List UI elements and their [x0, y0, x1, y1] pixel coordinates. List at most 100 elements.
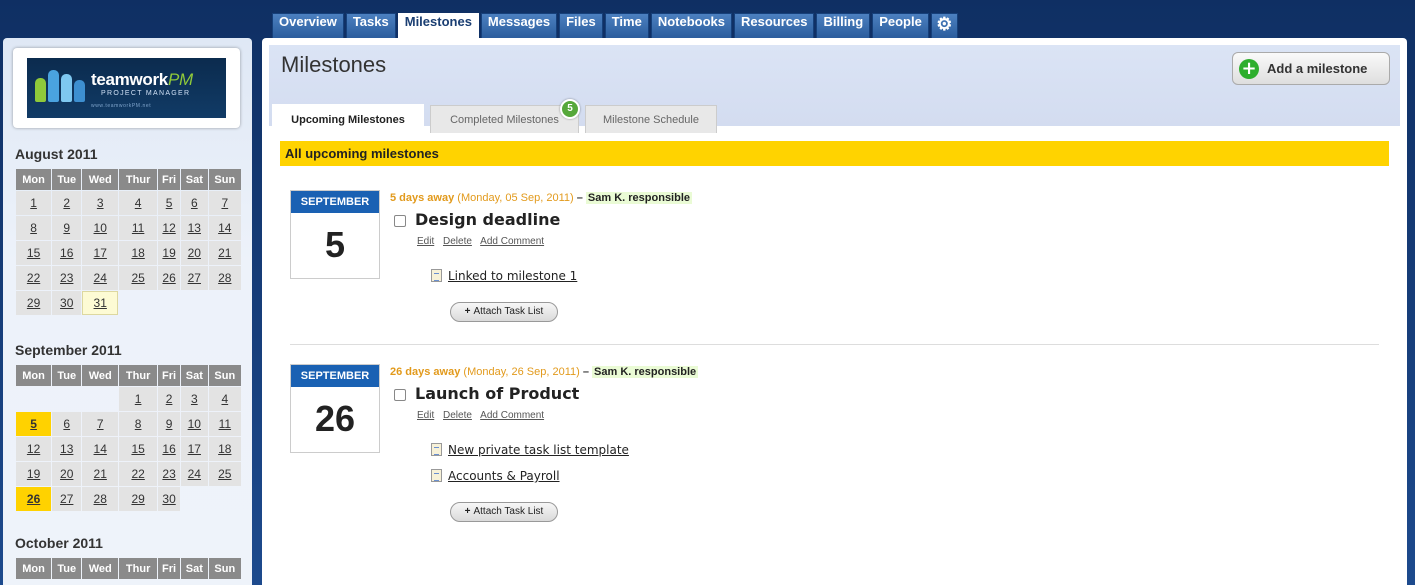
top-nav: Overview Tasks Milestones Messages Files… — [272, 13, 958, 38]
calendar-day[interactable]: 14 — [208, 216, 241, 240]
calendar-day[interactable]: 12 — [16, 437, 52, 461]
weekday-header: Mon — [16, 365, 52, 386]
calendar-day[interactable]: 17 — [181, 437, 208, 461]
milestone-month: SEPTEMBER — [291, 191, 379, 213]
calendar-day[interactable]: 14 — [82, 437, 119, 461]
calendar-day[interactable]: 28 — [208, 266, 241, 290]
calendar-day[interactable]: 29 — [16, 291, 52, 315]
calendar-day[interactable]: 1 — [16, 191, 52, 215]
calendar-day[interactable]: 19 — [158, 241, 180, 265]
calendar-day[interactable]: 11 — [208, 412, 241, 436]
calendar-day[interactable]: 15 — [119, 437, 158, 461]
calendar-day[interactable]: 3 — [181, 387, 208, 411]
teamwork-logo[interactable]: teamworkPM PROJECT MANAGER www.teamworkP… — [27, 58, 226, 118]
milestone-item: SEPTEMBER 5 5 days away (Monday, 05 Sep,… — [290, 190, 1390, 340]
calendar-day[interactable]: 19 — [16, 462, 52, 486]
calendar-day[interactable]: 7 — [208, 191, 241, 215]
task-list-link[interactable]: Accounts & Payroll — [448, 469, 560, 483]
calendar-day[interactable]: 5 — [16, 412, 52, 436]
calendar-day[interactable]: 28 — [82, 487, 119, 511]
calendar-day[interactable]: 24 — [82, 266, 119, 290]
calendar-day[interactable]: 25 — [208, 462, 241, 486]
calendar-day[interactable]: 9 — [158, 412, 180, 436]
calendar-day[interactable]: 16 — [52, 241, 82, 265]
attach-task-list-button[interactable]: + Attach Task List — [450, 502, 558, 522]
calendar-day[interactable]: 13 — [181, 216, 208, 240]
milestone-actions: Edit Delete Add Comment — [417, 410, 550, 421]
calendar-day[interactable]: 24 — [181, 462, 208, 486]
calendar-day[interactable]: 10 — [82, 216, 119, 240]
tab-completed-milestones[interactable]: Completed Milestones — [430, 105, 579, 133]
calendar-day[interactable]: 8 — [119, 412, 158, 436]
add-comment-link[interactable]: Add Comment — [480, 236, 544, 247]
calendar-day[interactable]: 5 — [158, 191, 180, 215]
tab-resources[interactable]: Resources — [733, 13, 815, 38]
tab-notebooks[interactable]: Notebooks — [650, 13, 732, 38]
calendar-day[interactable]: 27 — [181, 266, 208, 290]
weekday-header: Mon — [16, 558, 52, 579]
calendar-day[interactable]: 29 — [119, 487, 158, 511]
calendar-day[interactable]: 4 — [208, 387, 241, 411]
milestone-complete-checkbox[interactable] — [394, 389, 406, 401]
milestone-date-badge: SEPTEMBER 26 — [290, 364, 380, 453]
calendar-day[interactable]: 15 — [16, 241, 52, 265]
calendar-day[interactable]: 8 — [16, 216, 52, 240]
tab-billing[interactable]: Billing — [816, 13, 871, 38]
calendar-day[interactable]: 13 — [52, 437, 82, 461]
calendar-day[interactable]: 22 — [16, 266, 52, 290]
calendar-day[interactable]: 20 — [181, 241, 208, 265]
calendar-day[interactable]: 12 — [158, 216, 180, 240]
calendar-day[interactable]: 21 — [82, 462, 119, 486]
tab-tasks[interactable]: Tasks — [345, 13, 396, 38]
edit-link[interactable]: Edit — [417, 410, 434, 421]
delete-link[interactable]: Delete — [443, 236, 472, 247]
calendar-day[interactable]: 27 — [52, 487, 82, 511]
calendar-day[interactable]: 17 — [82, 241, 119, 265]
calendar-day[interactable]: 6 — [52, 412, 82, 436]
tab-people[interactable]: People — [872, 13, 929, 38]
calendar-day[interactable]: 23 — [52, 266, 82, 290]
tab-milestone-schedule[interactable]: Milestone Schedule — [585, 105, 717, 133]
calendar-day[interactable]: 23 — [158, 462, 180, 486]
calendar-day[interactable]: 11 — [119, 216, 158, 240]
weekday-header: Sat — [181, 558, 208, 579]
calendar-day[interactable]: 1 — [119, 387, 158, 411]
calendar-day[interactable]: 6 — [181, 191, 208, 215]
tab-milestones[interactable]: Milestones — [397, 13, 479, 38]
delete-link[interactable]: Delete — [443, 410, 472, 421]
calendar-day[interactable]: 18 — [119, 241, 158, 265]
calendar-day[interactable]: 21 — [208, 241, 241, 265]
calendar-day[interactable]: 30 — [158, 487, 180, 511]
calendar-day[interactable]: 7 — [82, 412, 119, 436]
calendar-day[interactable]: 26 — [158, 266, 180, 290]
calendar-day[interactable]: 2 — [158, 387, 180, 411]
tab-messages[interactable]: Messages — [480, 13, 558, 38]
task-list-link[interactable]: Linked to milestone 1 — [448, 269, 577, 283]
milestone-complete-checkbox[interactable] — [394, 215, 406, 227]
calendar-day[interactable]: 20 — [52, 462, 82, 486]
calendar-day[interactable]: 3 — [82, 191, 119, 215]
tab-overview[interactable]: Overview — [272, 13, 344, 38]
tab-time[interactable]: Time — [604, 13, 649, 38]
calendar-day[interactable]: 18 — [208, 437, 241, 461]
calendar-day[interactable]: 25 — [119, 266, 158, 290]
calendar-day[interactable]: 4 — [119, 191, 158, 215]
calendar-day[interactable]: 16 — [158, 437, 180, 461]
weekday-header: Tue — [52, 558, 82, 579]
tab-upcoming-milestones[interactable]: Upcoming Milestones — [272, 104, 424, 134]
attach-task-list-button[interactable]: + Attach Task List — [450, 302, 558, 322]
calendar-day[interactable]: 30 — [52, 291, 82, 315]
calendar-day[interactable]: 26 — [16, 487, 52, 511]
tab-files[interactable]: Files — [559, 13, 603, 38]
add-milestone-button[interactable]: + Add a milestone — [1232, 52, 1390, 85]
add-comment-link[interactable]: Add Comment — [480, 410, 544, 421]
calendar-day[interactable]: 10 — [181, 412, 208, 436]
calendar-day[interactable]: 22 — [119, 462, 158, 486]
calendar-day[interactable]: 2 — [52, 191, 82, 215]
edit-link[interactable]: Edit — [417, 236, 434, 247]
gear-icon[interactable]: ⚙ — [930, 13, 958, 38]
calendar-day[interactable]: 9 — [52, 216, 82, 240]
task-list-link[interactable]: New private task list template — [448, 443, 629, 457]
calendar-day[interactable]: 31 — [82, 291, 119, 315]
calendar-empty-cell — [209, 487, 241, 511]
